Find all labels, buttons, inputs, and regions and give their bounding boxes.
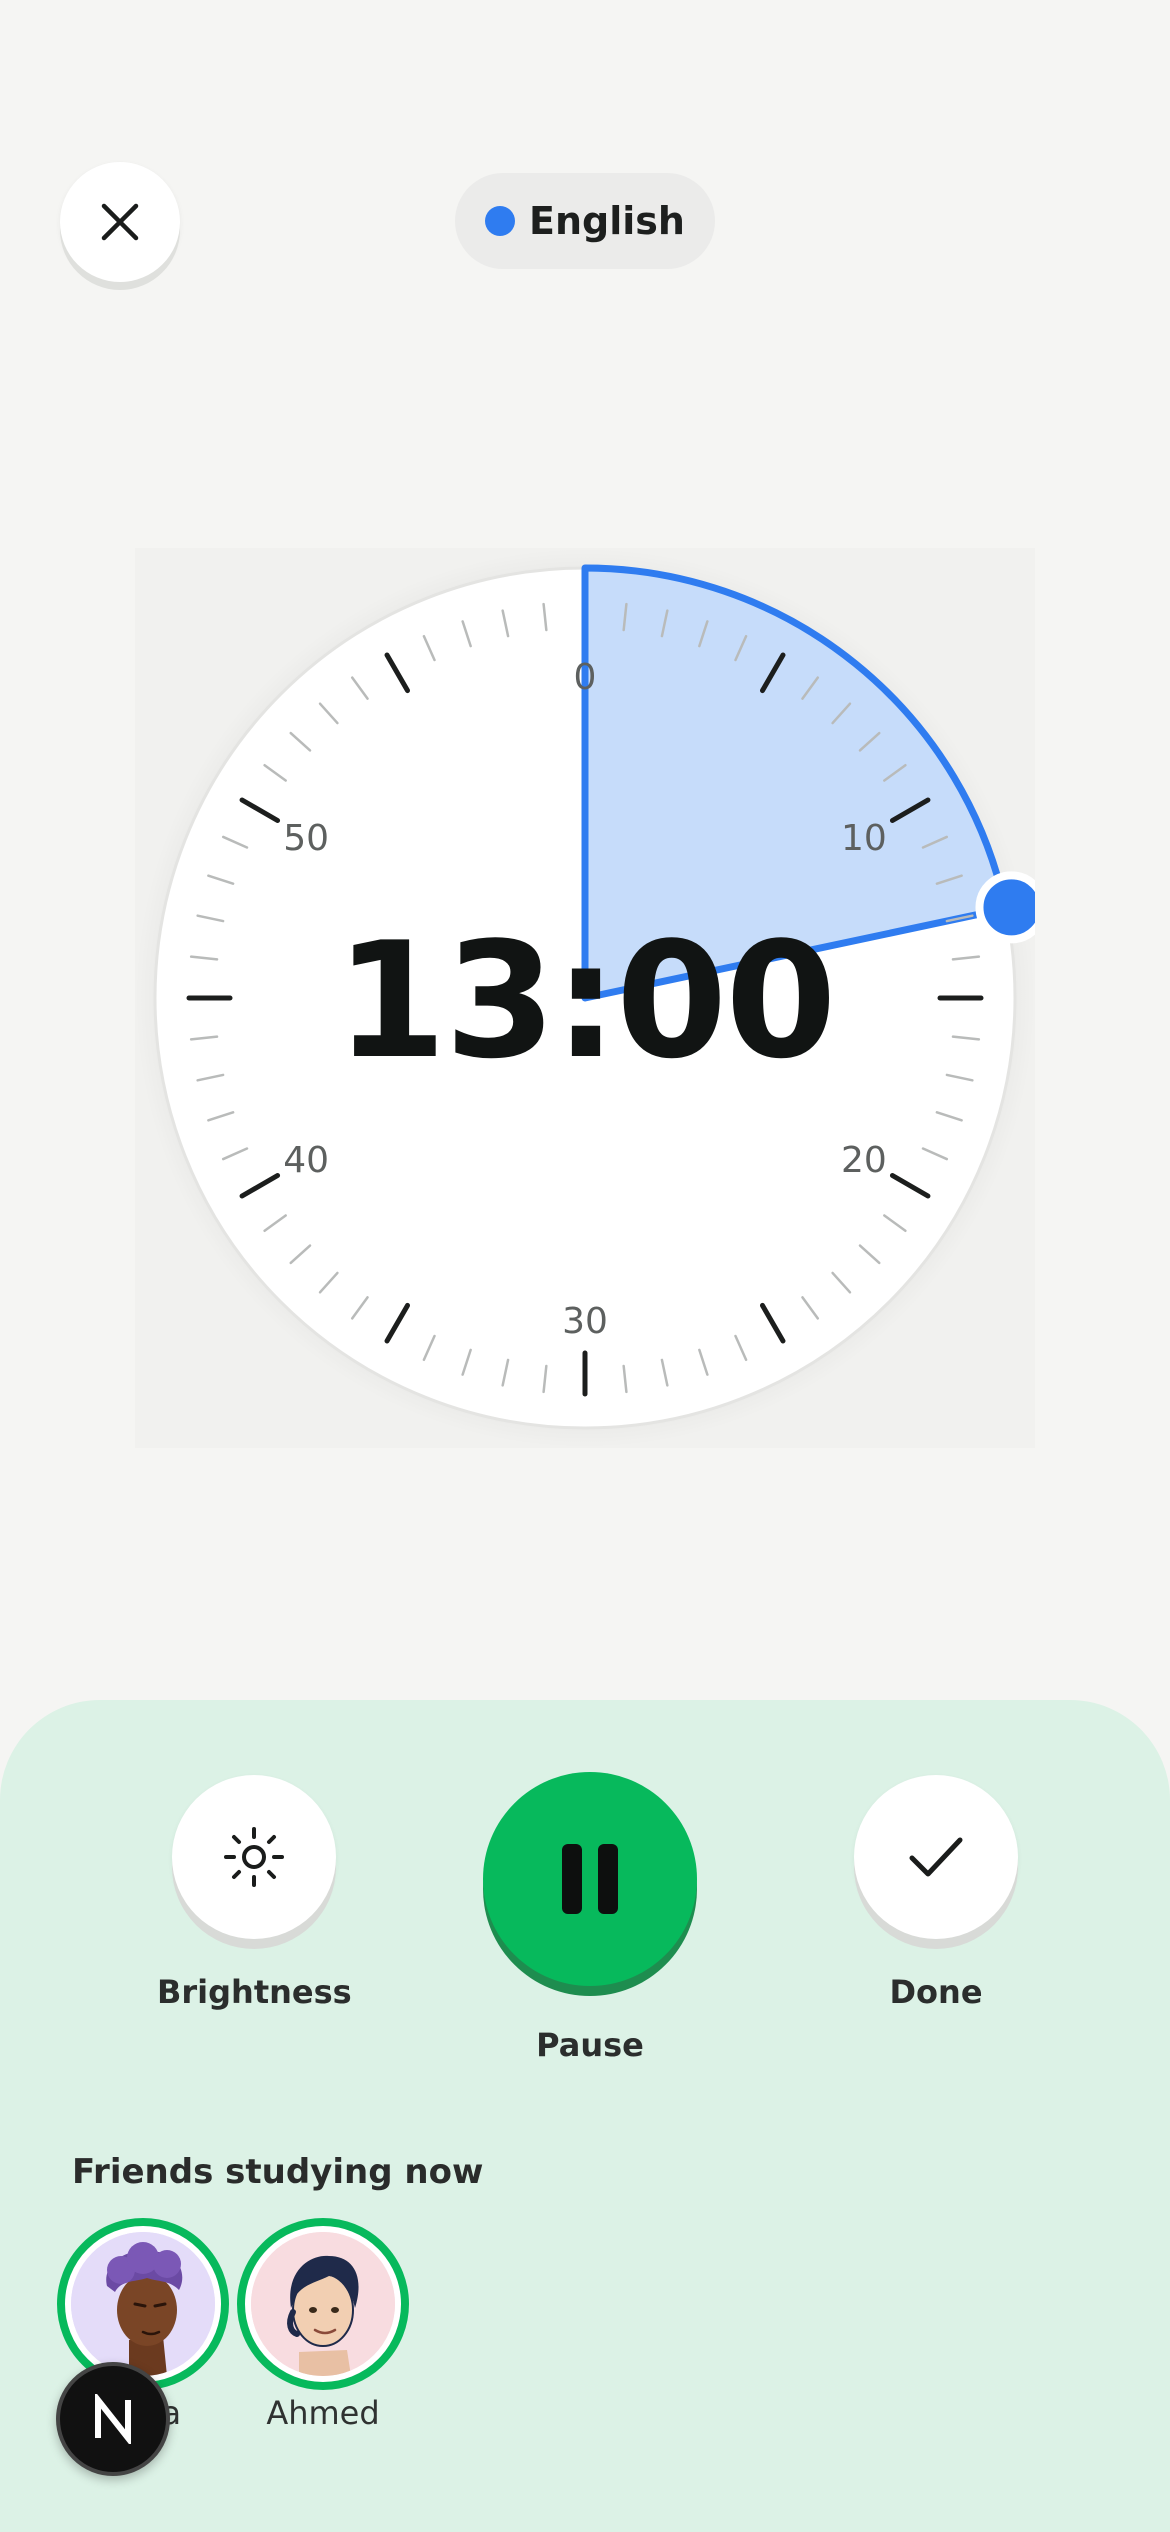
n-logo-icon [95, 2394, 131, 2444]
timer-dial[interactable]: 0 10 20 30 40 50 13:00 [135, 548, 1035, 1448]
check-icon [909, 1837, 963, 1877]
friend-item[interactable]: Ahmed [237, 2218, 409, 2432]
n-badge-button[interactable]: N [56, 2362, 170, 2476]
done-control: Done [854, 1775, 1018, 2011]
time-readout: 13:00 [335, 906, 836, 1094]
done-button[interactable] [854, 1775, 1018, 1939]
pause-label: Pause [536, 2026, 644, 2064]
friends-title: Friends studying now [72, 2152, 484, 2192]
avatar-illustration [71, 2232, 215, 2376]
close-button[interactable] [60, 162, 180, 282]
brightness-control: Brightness [157, 1775, 352, 2011]
language-selector[interactable]: English [455, 173, 715, 269]
brightness-button[interactable] [172, 1775, 337, 1939]
done-label: Done [889, 1973, 983, 2011]
friend-name: Ahmed [266, 2394, 380, 2432]
close-icon [101, 203, 139, 241]
pause-button[interactable] [483, 1772, 697, 1986]
avatar [57, 2218, 229, 2390]
pause-icon [562, 1844, 618, 1914]
timer-screen: English 0 10 20 30 40 50 13:00 Brightnes… [0, 0, 1170, 2532]
pause-control: Pause [483, 1772, 697, 2064]
sun-icon [224, 1827, 285, 1887]
avatar [237, 2218, 409, 2390]
brightness-label: Brightness [157, 1973, 352, 2011]
language-label: English [529, 199, 685, 243]
avatar-illustration [251, 2232, 395, 2376]
language-dot [485, 206, 516, 236]
